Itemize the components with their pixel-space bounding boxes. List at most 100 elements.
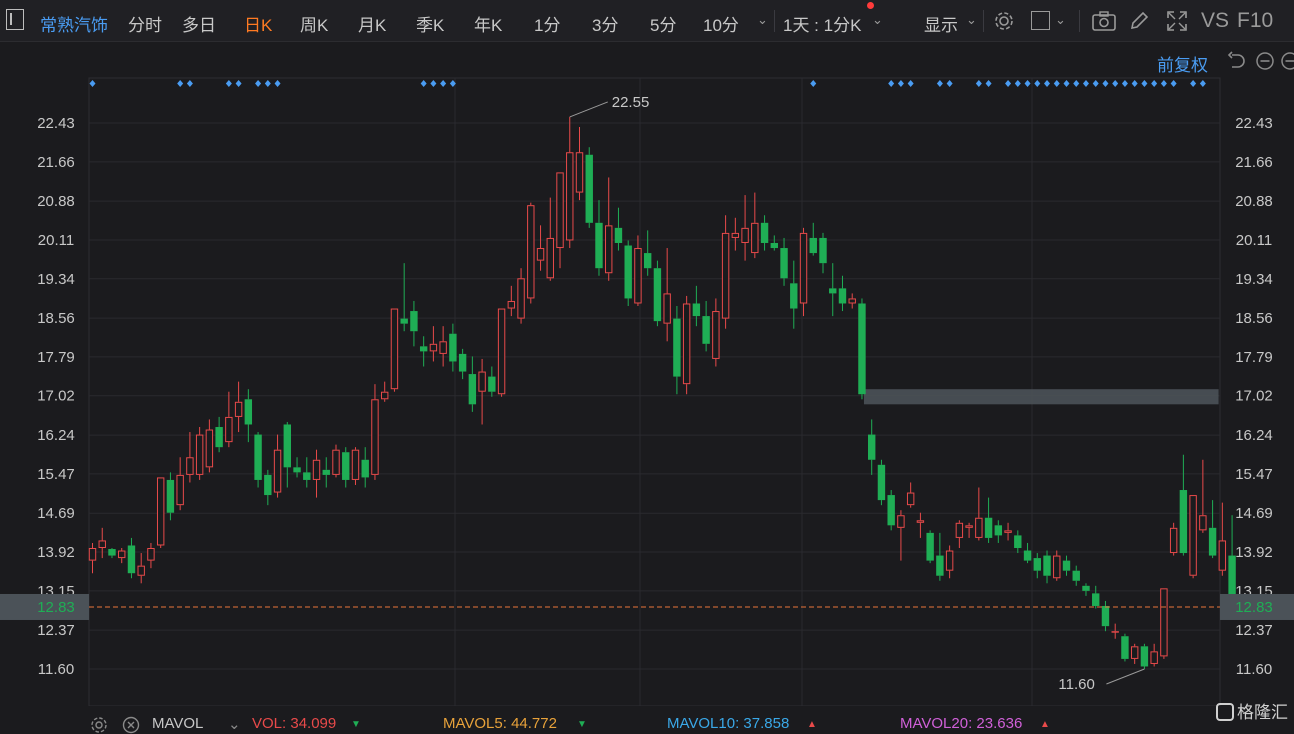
candle[interactable]: [673, 306, 681, 395]
candle[interactable]: [1111, 623, 1119, 639]
candle[interactable]: [1101, 600, 1110, 632]
candle[interactable]: [156, 477, 165, 549]
candle[interactable]: [906, 482, 915, 508]
candle[interactable]: [507, 285, 516, 317]
candle[interactable]: [556, 172, 564, 269]
candle[interactable]: [127, 537, 136, 579]
event-marker[interactable]: [1063, 80, 1070, 87]
candle[interactable]: [1092, 585, 1100, 609]
event-marker[interactable]: [1121, 80, 1128, 87]
candle[interactable]: [1160, 588, 1168, 659]
event-marker[interactable]: [1024, 80, 1031, 87]
candle[interactable]: [809, 222, 817, 256]
candle[interactable]: [926, 530, 934, 564]
candle[interactable]: [702, 300, 710, 352]
candle[interactable]: [478, 358, 486, 425]
event-marker[interactable]: [810, 80, 817, 87]
candle[interactable]: [1140, 643, 1149, 669]
event-marker[interactable]: [1160, 80, 1167, 87]
event-marker[interactable]: [1112, 80, 1119, 87]
candle[interactable]: [215, 416, 223, 453]
candle[interactable]: [293, 457, 301, 478]
candle[interactable]: [731, 217, 740, 251]
event-marker[interactable]: [888, 80, 895, 87]
event-marker[interactable]: [1131, 80, 1138, 87]
candle[interactable]: [1189, 495, 1197, 579]
candle[interactable]: [751, 192, 759, 259]
candle[interactable]: [312, 449, 321, 498]
candle[interactable]: [186, 432, 194, 483]
candle[interactable]: [936, 532, 944, 581]
candle[interactable]: [176, 457, 184, 511]
candle[interactable]: [147, 542, 155, 569]
candle[interactable]: [741, 195, 749, 261]
candle[interactable]: [1062, 555, 1071, 576]
candle[interactable]: [351, 447, 360, 485]
candle[interactable]: [205, 419, 214, 473]
candle[interactable]: [770, 235, 778, 251]
candle[interactable]: [195, 427, 204, 480]
candle[interactable]: [663, 248, 671, 342]
event-marker[interactable]: [1073, 80, 1080, 87]
candle[interactable]: [682, 295, 691, 395]
candle[interactable]: [887, 490, 895, 531]
candle[interactable]: [1053, 550, 1061, 581]
candle[interactable]: [283, 421, 291, 488]
candle[interactable]: [1199, 459, 1207, 533]
candle[interactable]: [342, 447, 350, 488]
candle[interactable]: [234, 381, 243, 433]
event-marker[interactable]: [897, 80, 904, 87]
candle[interactable]: [605, 177, 613, 281]
candle[interactable]: [799, 227, 808, 317]
event-marker[interactable]: [264, 80, 271, 87]
candle[interactable]: [264, 469, 272, 506]
candle[interactable]: [332, 444, 340, 478]
candle[interactable]: [614, 207, 623, 251]
candle[interactable]: [546, 197, 554, 281]
candle[interactable]: [945, 545, 954, 579]
candle[interactable]: [1150, 643, 1158, 667]
candle[interactable]: [98, 527, 106, 559]
event-marker[interactable]: [225, 80, 232, 87]
candle[interactable]: [965, 522, 973, 538]
candle[interactable]: [848, 293, 856, 309]
candle[interactable]: [1072, 565, 1080, 586]
candle[interactable]: [108, 548, 116, 559]
candle[interactable]: [624, 240, 632, 307]
candle[interactable]: [585, 147, 593, 228]
candle[interactable]: [712, 298, 720, 367]
candle[interactable]: [975, 487, 983, 541]
close-icon[interactable]: [122, 716, 140, 734]
candle[interactable]: [595, 200, 603, 276]
event-marker[interactable]: [1034, 80, 1041, 87]
event-marker[interactable]: [1170, 80, 1177, 87]
candle[interactable]: [137, 553, 145, 584]
candle[interactable]: [419, 336, 428, 367]
candle[interactable]: [322, 457, 330, 488]
candle[interactable]: [527, 202, 535, 304]
event-marker[interactable]: [177, 80, 184, 87]
candle[interactable]: [244, 389, 253, 443]
candle[interactable]: [858, 298, 866, 400]
candle[interactable]: [118, 548, 126, 564]
event-marker[interactable]: [1151, 80, 1158, 87]
candle[interactable]: [381, 381, 389, 402]
event-marker[interactable]: [975, 80, 982, 87]
candle[interactable]: [955, 520, 964, 549]
candle[interactable]: [1130, 643, 1139, 664]
event-marker[interactable]: [907, 80, 914, 87]
candle[interactable]: [1023, 542, 1032, 564]
event-marker[interactable]: [235, 80, 242, 87]
event-marker[interactable]: [1141, 80, 1148, 87]
event-marker[interactable]: [420, 80, 427, 87]
candle[interactable]: [88, 542, 97, 574]
candle[interactable]: [1208, 500, 1217, 559]
candle[interactable]: [1014, 530, 1022, 554]
candle[interactable]: [643, 230, 652, 276]
candle[interactable]: [1179, 454, 1188, 556]
candle[interactable]: [1121, 633, 1129, 662]
event-marker[interactable]: [440, 80, 447, 87]
candle[interactable]: [897, 510, 905, 561]
event-marker[interactable]: [1014, 80, 1021, 87]
candle[interactable]: [1033, 553, 1041, 579]
